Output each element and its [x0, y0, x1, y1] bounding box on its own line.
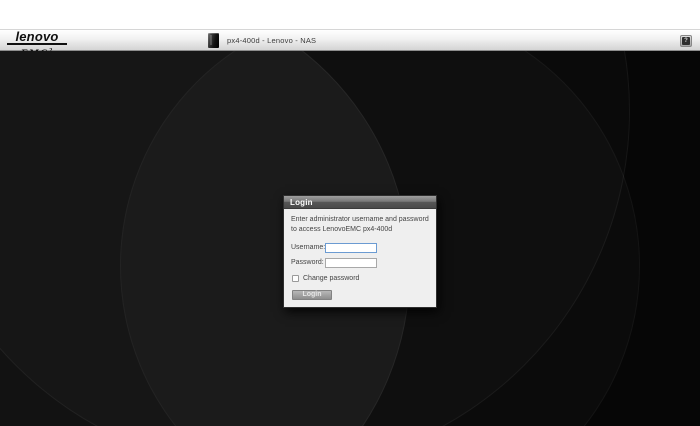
login-dialog-body: Enter administrator username and passwor… — [284, 209, 436, 307]
top-white-strip — [0, 0, 700, 29]
header-bar: lenovo EMC2 px4-400d - Lenovo - NAS ? — [0, 29, 700, 59]
help-icon-glyph: ? — [682, 37, 690, 45]
password-row: Password: — [291, 257, 429, 268]
nas-device-icon — [208, 33, 219, 48]
device-title-group: px4-400d - Lenovo - NAS — [208, 33, 316, 48]
device-title: px4-400d - Lenovo - NAS — [227, 36, 317, 45]
login-dialog: Login Enter administrator username and p… — [283, 195, 437, 308]
username-label: Username: — [291, 244, 326, 252]
lenovo-wordmark: lenovo — [7, 30, 67, 45]
username-row: Username: — [291, 242, 429, 253]
login-dialog-titlebar: Login — [284, 196, 436, 209]
login-dialog-title: Login — [290, 197, 313, 207]
change-password-label: Change password — [303, 274, 360, 282]
password-input[interactable] — [325, 257, 377, 268]
help-icon[interactable]: ? — [680, 35, 692, 47]
page: lenovo EMC2 px4-400d - Lenovo - NAS ? Lo… — [0, 0, 700, 426]
login-button[interactable]: Login — [292, 289, 332, 300]
change-password-row: Change password — [292, 274, 429, 282]
change-password-checkbox[interactable] — [292, 274, 299, 282]
username-input[interactable] — [325, 242, 377, 253]
login-description: Enter administrator username and passwor… — [291, 216, 429, 233]
password-label: Password: — [291, 259, 324, 267]
